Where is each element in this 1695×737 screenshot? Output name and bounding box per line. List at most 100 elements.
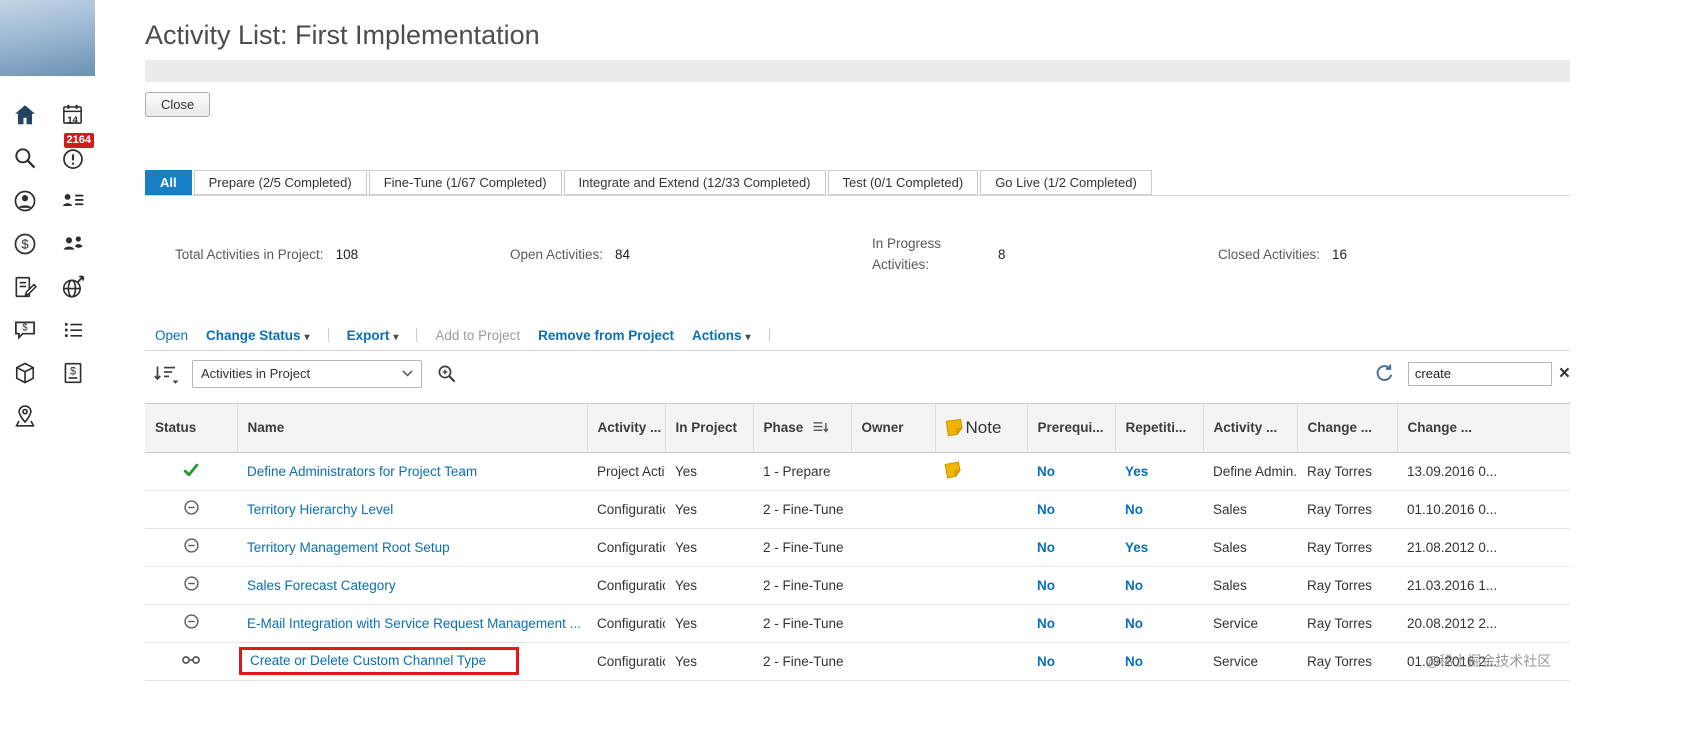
- activity-area-cell: Service: [1203, 642, 1297, 681]
- notification-badge: 2164: [63, 133, 94, 148]
- activity-name-cell: Define Administrators for Project Team: [237, 452, 587, 491]
- app-window: 14 2164 $ $ $ Activity List: First Imple…: [0, 0, 1695, 737]
- col-header-activity-type[interactable]: Activity ...: [587, 402, 666, 453]
- activity-type-cell: Configuration: [587, 566, 665, 605]
- col-header-repetition[interactable]: Repetiti...: [1115, 402, 1204, 453]
- changed-on-cell: 01.10.2016 0...: [1397, 490, 1570, 529]
- invoices-icon[interactable]: $: [60, 360, 86, 386]
- repetition-link[interactable]: Yes: [1125, 464, 1148, 479]
- col-header-prerequisite[interactable]: Prerequi...: [1027, 402, 1116, 453]
- prerequisite-link[interactable]: No: [1037, 502, 1055, 517]
- activity-link[interactable]: E-Mail Integration with Service Request …: [247, 616, 581, 631]
- clear-search-icon[interactable]: ×: [1559, 364, 1570, 383]
- worklist-icon[interactable]: [60, 317, 86, 343]
- repetition-link[interactable]: No: [1125, 616, 1143, 631]
- org-icon[interactable]: [60, 231, 86, 257]
- table-row[interactable]: Sales Forecast Category Configuration Ye…: [145, 566, 1570, 605]
- sidebar: 14 2164 $ $ $: [0, 0, 95, 737]
- prerequisite-link[interactable]: No: [1037, 578, 1055, 593]
- prerequisite-link[interactable]: No: [1037, 616, 1055, 631]
- toolbar-separator: [768, 328, 770, 343]
- scope-select[interactable]: Activities in Project: [192, 359, 422, 388]
- col-header-in-project[interactable]: In Project: [665, 402, 754, 453]
- prerequisite-link[interactable]: No: [1037, 464, 1055, 479]
- tab-integrate-extend[interactable]: Integrate and Extend (12/33 Completed): [563, 170, 826, 195]
- tab-test[interactable]: Test (0/1 Completed): [827, 170, 979, 195]
- tab-go-live[interactable]: Go Live (1/2 Completed): [980, 170, 1152, 195]
- prerequisite-link[interactable]: No: [1037, 654, 1055, 669]
- status-cell: [145, 452, 237, 491]
- open-status-icon: [183, 576, 199, 591]
- calendar-icon[interactable]: 14: [60, 102, 86, 128]
- activity-area-cell: Sales: [1203, 490, 1297, 529]
- close-button[interactable]: Close: [145, 92, 211, 117]
- in-project-cell: Yes: [665, 566, 753, 605]
- col-header-activity-area[interactable]: Activity ...: [1203, 402, 1298, 453]
- refresh-icon[interactable]: [1374, 363, 1395, 384]
- activity-area-cell: Sales: [1203, 528, 1297, 567]
- change-status-button[interactable]: Change Status ▾: [206, 328, 310, 343]
- table-row[interactable]: E-Mail Integration with Service Request …: [145, 604, 1570, 643]
- col-header-note[interactable]: Note: [935, 402, 1028, 453]
- tab-fine-tune[interactable]: Fine-Tune (1/67 Completed): [368, 170, 562, 195]
- summary-value: 8: [998, 247, 1006, 263]
- phase-cell: 1 - Prepare: [753, 452, 851, 491]
- export-button[interactable]: Export ▾: [347, 328, 399, 343]
- sales-icon[interactable]: $: [12, 231, 38, 257]
- col-header-changed-by[interactable]: Change ...: [1297, 402, 1398, 453]
- status-cell: [145, 528, 237, 567]
- activity-link[interactable]: Sales Forecast Category: [247, 578, 396, 593]
- table-row[interactable]: Define Administrators for Project Team P…: [145, 452, 1570, 491]
- repetition-link[interactable]: No: [1125, 578, 1143, 593]
- account-icon[interactable]: [12, 188, 38, 214]
- highlight-box: Create or Delete Custom Channel Type: [239, 647, 519, 676]
- tab-all[interactable]: All: [145, 170, 192, 195]
- deploy-globe-icon[interactable]: [60, 274, 86, 300]
- repetition-link[interactable]: Yes: [1125, 540, 1148, 555]
- documents-icon[interactable]: [12, 274, 38, 300]
- quotes-icon[interactable]: $: [12, 317, 38, 343]
- contacts-icon[interactable]: [60, 188, 86, 214]
- activity-link[interactable]: Define Administrators for Project Team: [247, 464, 477, 479]
- repetition-link[interactable]: No: [1125, 654, 1143, 669]
- in-project-cell: Yes: [665, 604, 753, 643]
- note-cell: [935, 566, 1027, 605]
- col-header-owner[interactable]: Owner: [851, 402, 936, 453]
- sort-group-icon[interactable]: [152, 364, 179, 384]
- open-status-icon: [183, 614, 199, 629]
- actions-button[interactable]: Actions ▾: [692, 328, 751, 343]
- alerts-icon[interactable]: 2164: [60, 133, 94, 171]
- in-project-cell: Yes: [665, 642, 753, 681]
- table-row[interactable]: Territory Management Root Setup Configur…: [145, 528, 1570, 567]
- products-icon[interactable]: [12, 360, 38, 386]
- col-header-name[interactable]: Name: [237, 402, 588, 453]
- activity-link[interactable]: Territory Management Root Setup: [247, 540, 450, 555]
- activity-link[interactable]: Territory Hierarchy Level: [247, 502, 393, 517]
- svg-text:$: $: [21, 237, 29, 252]
- repetition-link[interactable]: No: [1125, 502, 1143, 517]
- table-row[interactable]: Create or Delete Custom Channel Type Con…: [145, 642, 1570, 681]
- search-input[interactable]: [1407, 361, 1552, 386]
- activity-name-cell: Create or Delete Custom Channel Type: [237, 642, 587, 681]
- phase-cell: 2 - Fine-Tune: [753, 642, 851, 681]
- open-button[interactable]: Open: [155, 328, 188, 343]
- col-header-status[interactable]: Status: [145, 402, 238, 453]
- col-header-changed-on[interactable]: Change ...: [1397, 402, 1570, 453]
- summary-label: Total Activities in Project:: [175, 247, 324, 263]
- prerequisite-link[interactable]: No: [1037, 540, 1055, 555]
- visits-map-icon[interactable]: [12, 403, 38, 429]
- advanced-search-icon[interactable]: [436, 363, 460, 385]
- note-cell: [935, 642, 1027, 681]
- activity-type-cell: Configuration: [587, 604, 665, 643]
- changed-by-cell: Ray Torres: [1297, 528, 1397, 567]
- summary-label: Open Activities:: [510, 247, 604, 263]
- table-row[interactable]: Territory Hierarchy Level Configuration …: [145, 490, 1570, 529]
- changed-by-cell: Ray Torres: [1297, 566, 1397, 605]
- activity-link[interactable]: Create or Delete Custom Channel Type: [250, 653, 486, 668]
- remove-from-project-button[interactable]: Remove from Project: [538, 328, 674, 343]
- col-header-phase[interactable]: Phase: [753, 402, 852, 453]
- dropdown-caret-icon: ▾: [304, 331, 310, 343]
- home-icon[interactable]: [12, 102, 38, 128]
- search-icon[interactable]: [12, 145, 38, 171]
- tab-prepare[interactable]: Prepare (2/5 Completed): [193, 170, 367, 195]
